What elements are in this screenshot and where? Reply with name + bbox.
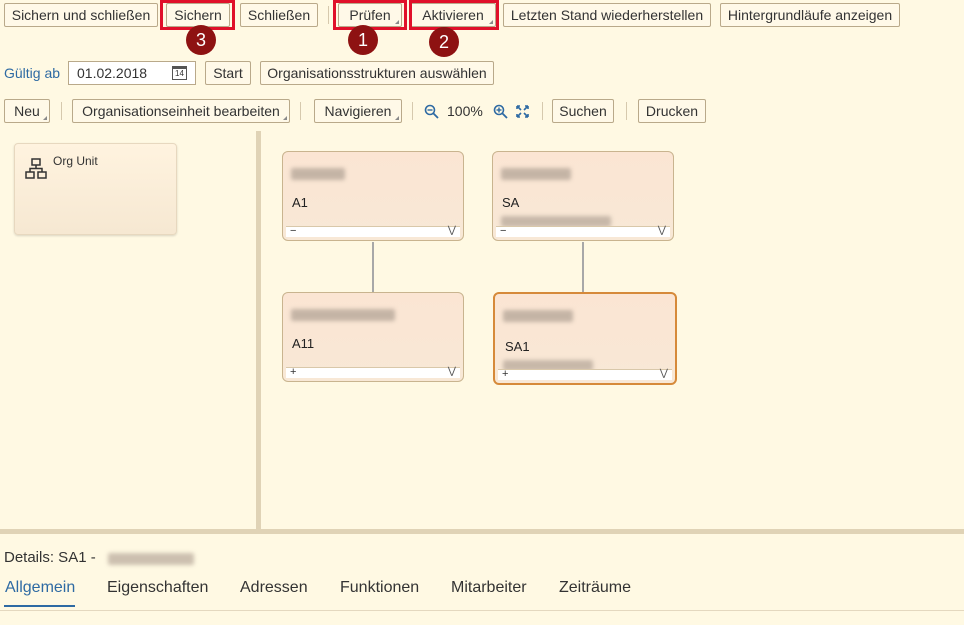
node-footer: − ⋁ bbox=[286, 226, 460, 237]
toolbar-separator bbox=[61, 102, 62, 120]
node-footer: − ⋁ bbox=[496, 226, 670, 237]
redacted-name bbox=[291, 168, 345, 180]
show-background-jobs-button[interactable]: Hintergrundläufe anzeigen bbox=[720, 3, 900, 27]
print-button[interactable]: Drucken bbox=[638, 99, 706, 123]
activate-button[interactable]: Aktivieren bbox=[410, 3, 496, 27]
node-footer: + ⋁ bbox=[498, 369, 672, 380]
calendar-day: 14 bbox=[175, 69, 184, 78]
restore-last-state-button[interactable]: Letzten Stand wiederherstellen bbox=[503, 3, 711, 27]
menu-indicator-icon bbox=[489, 20, 493, 24]
org-structure-icon bbox=[25, 158, 47, 183]
tab-employees[interactable]: Mitarbeiter bbox=[451, 579, 527, 597]
close-button[interactable]: Schließen bbox=[240, 3, 318, 27]
redacted-name bbox=[501, 168, 571, 180]
chevron-double-down-icon[interactable]: ⋁ bbox=[658, 226, 666, 236]
check-label: Prüfen bbox=[349, 7, 391, 23]
redacted-details-name bbox=[108, 553, 194, 565]
edit-unit-label: Organisationseinheit bearbeiten bbox=[82, 103, 280, 119]
tabs-divider bbox=[0, 610, 964, 611]
navigate-label: Navigieren bbox=[324, 103, 392, 119]
toolbar-separator bbox=[542, 102, 543, 120]
menu-indicator-icon bbox=[395, 116, 399, 120]
badge-number: 3 bbox=[195, 29, 206, 50]
node-code: A1 bbox=[292, 195, 308, 210]
org-node-sa[interactable]: SA − ⋁ bbox=[492, 151, 674, 241]
save-and-close-button[interactable]: Sichern und schließen bbox=[4, 3, 158, 27]
expand-icon[interactable]: + bbox=[502, 369, 508, 380]
save-label: Sichern bbox=[174, 7, 222, 23]
zoom-in-icon[interactable] bbox=[491, 102, 509, 120]
chevron-double-down-icon[interactable]: ⋁ bbox=[448, 226, 456, 236]
check-button[interactable]: Prüfen bbox=[338, 3, 402, 27]
node-footer: + ⋁ bbox=[286, 367, 460, 378]
calendar-icon[interactable]: 14 bbox=[172, 66, 187, 80]
zoom-out-icon[interactable] bbox=[422, 102, 440, 120]
badge-number: 2 bbox=[438, 31, 449, 52]
toolbar-separator bbox=[328, 6, 329, 24]
collapse-icon[interactable]: − bbox=[500, 226, 506, 237]
toolbar-separator bbox=[626, 102, 627, 120]
new-button[interactable]: Neu bbox=[4, 99, 50, 123]
redacted-name bbox=[503, 310, 573, 322]
close-label: Schließen bbox=[247, 7, 311, 23]
select-structures-label: Organisationsstrukturen auswählen bbox=[267, 65, 487, 81]
select-org-structures-button[interactable]: Organisationsstrukturen auswählen bbox=[260, 61, 494, 85]
palette-org-unit-label: Org Unit bbox=[53, 154, 98, 168]
redacted-name bbox=[291, 309, 395, 321]
menu-indicator-icon bbox=[395, 20, 399, 24]
chevron-double-down-icon[interactable]: ⋁ bbox=[448, 367, 456, 377]
toolbar-separator bbox=[300, 102, 301, 120]
valid-from-date-input[interactable]: 01.02.2018 14 bbox=[68, 61, 196, 85]
connector-line bbox=[582, 242, 584, 292]
org-node-a1[interactable]: A1 − ⋁ bbox=[282, 151, 464, 241]
tab-functions[interactable]: Funktionen bbox=[340, 579, 419, 597]
background-label: Hintergrundläufe anzeigen bbox=[727, 7, 893, 23]
toolbar-separator bbox=[412, 102, 413, 120]
collapse-icon[interactable]: − bbox=[290, 226, 296, 237]
org-node-a11[interactable]: A11 + ⋁ bbox=[282, 292, 464, 382]
search-label: Suchen bbox=[559, 103, 607, 119]
details-title: Details: SA1 - bbox=[4, 549, 96, 566]
menu-indicator-icon bbox=[283, 116, 287, 120]
node-code: SA bbox=[502, 195, 520, 210]
connector-line bbox=[372, 242, 374, 292]
start-label: Start bbox=[213, 65, 243, 81]
horizontal-splitter[interactable] bbox=[0, 529, 964, 534]
tab-periods[interactable]: Zeiträume bbox=[559, 579, 631, 597]
step-badge-3: 3 bbox=[186, 25, 216, 55]
activate-label: Aktivieren bbox=[422, 7, 484, 23]
badge-number: 1 bbox=[357, 29, 368, 50]
org-node-sa1[interactable]: SA1 + ⋁ bbox=[493, 292, 677, 385]
valid-from-label: Gültig ab bbox=[4, 65, 61, 81]
save-and-close-label: Sichern und schließen bbox=[11, 7, 151, 23]
tab-addresses[interactable]: Adressen bbox=[240, 579, 308, 597]
navigate-button[interactable]: Navigieren bbox=[314, 99, 402, 123]
print-label: Drucken bbox=[645, 103, 699, 119]
tab-general[interactable]: Allgemein bbox=[5, 579, 75, 597]
date-value: 01.02.2018 bbox=[77, 65, 148, 81]
fit-to-screen-icon[interactable] bbox=[513, 102, 531, 120]
chevron-double-down-icon[interactable]: ⋁ bbox=[660, 369, 668, 379]
menu-indicator-icon bbox=[43, 116, 47, 120]
step-badge-2: 2 bbox=[429, 27, 459, 57]
save-button[interactable]: Sichern bbox=[166, 3, 230, 27]
step-badge-1: 1 bbox=[348, 25, 378, 55]
expand-icon[interactable]: + bbox=[290, 367, 296, 378]
search-button[interactable]: Suchen bbox=[552, 99, 614, 123]
active-tab-indicator bbox=[4, 605, 75, 607]
zoom-level: 100% bbox=[447, 103, 483, 119]
node-code: SA1 bbox=[505, 339, 530, 354]
tab-properties[interactable]: Eigenschaften bbox=[107, 579, 208, 597]
edit-org-unit-button[interactable]: Organisationseinheit bearbeiten bbox=[72, 99, 290, 123]
new-label: Neu bbox=[14, 103, 40, 119]
start-button[interactable]: Start bbox=[205, 61, 251, 85]
node-code: A11 bbox=[292, 336, 315, 351]
restore-label: Letzten Stand wiederherstellen bbox=[510, 7, 704, 23]
palette-org-unit-card[interactable]: Org Unit bbox=[14, 143, 177, 235]
